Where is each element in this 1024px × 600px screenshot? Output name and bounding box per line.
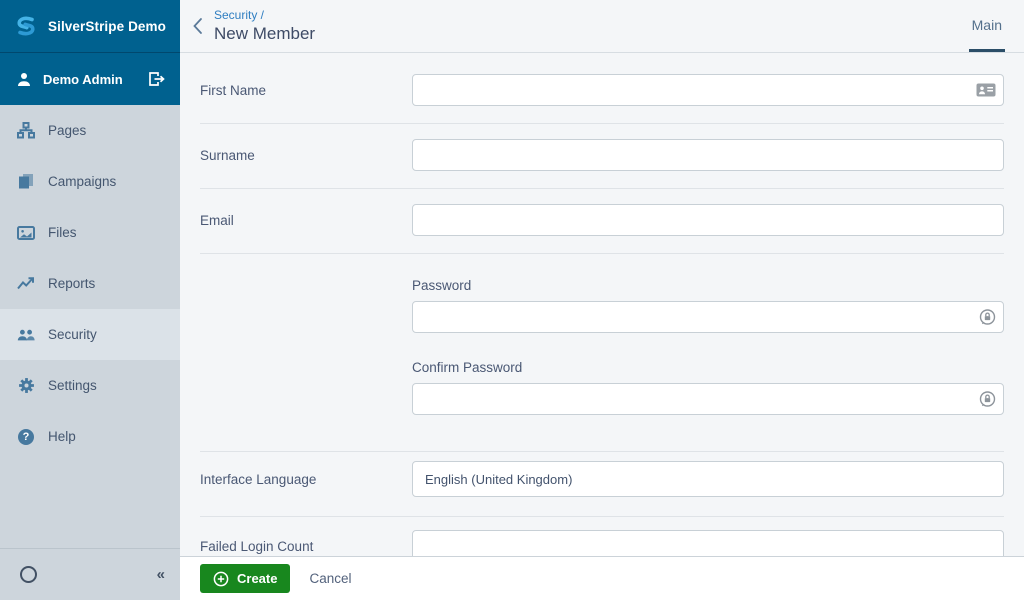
- image-icon: [17, 224, 35, 241]
- sidebar-item-settings[interactable]: Settings: [0, 360, 180, 411]
- surname-label: Surname: [200, 147, 255, 163]
- sidebar-item-label: Pages: [48, 123, 87, 138]
- sitemap-icon: [17, 122, 35, 139]
- breadcrumb: Security / New Member: [214, 8, 315, 44]
- page-title: New Member: [214, 23, 316, 43]
- confirm-password-label: Confirm Password: [412, 360, 523, 375]
- sidebar-item-pages[interactable]: Pages: [0, 105, 180, 156]
- sidebar-item-label: Campaigns: [48, 174, 117, 189]
- user-icon: [17, 72, 31, 87]
- profile-row[interactable]: Demo Admin: [0, 53, 180, 105]
- member-form: First Name Surname Email Password Confir…: [180, 53, 1024, 556]
- password-label: Password: [412, 278, 472, 293]
- sidebar-item-label: Settings: [48, 378, 97, 393]
- sidebar-item-label: Help: [48, 429, 76, 444]
- interface-language-label: Interface Language: [200, 471, 317, 487]
- silverstripe-logo-icon: [13, 15, 39, 37]
- tab-bar: Main: [968, 0, 1005, 52]
- sidebar-footer: «: [0, 548, 180, 600]
- field-confirm-password: Confirm Password: [412, 360, 1004, 415]
- content-header: Security / New Member Main: [180, 0, 1024, 53]
- sidebar-item-label: Files: [48, 225, 77, 240]
- back-button[interactable]: [180, 17, 214, 35]
- cancel-link[interactable]: Cancel: [309, 571, 351, 586]
- tab-main[interactable]: Main: [968, 0, 1005, 52]
- password-autofill-lock-icon[interactable]: [979, 309, 996, 326]
- field-row-surname: Surname: [200, 124, 1004, 189]
- sync-status-icon[interactable]: [20, 566, 37, 583]
- create-button-label: Create: [237, 571, 278, 586]
- password-field[interactable]: [412, 301, 1004, 333]
- interface-language-select[interactable]: [412, 461, 1004, 497]
- sidebar-item-help[interactable]: ? Help: [0, 411, 180, 462]
- gear-icon: [17, 377, 35, 394]
- main-content: Security / New Member Main First Name Su…: [180, 0, 1024, 600]
- people-icon: [17, 326, 35, 343]
- main-navigation: Pages Campaigns Files Reports Security S…: [0, 105, 180, 548]
- chart-line-icon: [17, 275, 35, 292]
- password-group: Password Confirm Password: [200, 254, 1004, 452]
- sidebar: SilverStripe Demo Demo Admin Pages Campa…: [0, 0, 180, 600]
- sidebar-item-campaigns[interactable]: Campaigns: [0, 156, 180, 207]
- confirm-password-field[interactable]: [412, 383, 1004, 415]
- help-icon: ?: [17, 428, 35, 445]
- field-password: Password: [412, 278, 1004, 333]
- action-toolbar: Create Cancel: [180, 556, 1024, 600]
- password-autofill-lock-icon[interactable]: [979, 391, 996, 408]
- field-row-failed-login-count: Failed Login Count: [200, 517, 1004, 556]
- first-name-label: First Name: [200, 82, 267, 98]
- email-label: Email: [200, 212, 234, 228]
- collapse-sidebar-button[interactable]: «: [157, 566, 165, 583]
- user-name: Demo Admin: [43, 71, 123, 87]
- field-row-first-name: First Name: [200, 59, 1004, 124]
- stack-icon: [17, 173, 35, 190]
- sidebar-item-label: Reports: [48, 276, 96, 291]
- logout-icon[interactable]: [148, 71, 165, 87]
- brand-title: SilverStripe Demo: [48, 18, 166, 34]
- plus-circle-icon: [213, 571, 229, 587]
- failed-login-count-label: Failed Login Count: [200, 538, 314, 554]
- autofill-contact-icon[interactable]: [976, 83, 996, 97]
- breadcrumb-parent-link[interactable]: Security /: [214, 8, 315, 23]
- failed-login-count-field[interactable]: [412, 530, 1004, 556]
- surname-field[interactable]: [412, 139, 1004, 171]
- create-button[interactable]: Create: [200, 564, 291, 593]
- field-row-email: Email: [200, 189, 1004, 254]
- email-field[interactable]: [412, 204, 1004, 236]
- brand-header[interactable]: SilverStripe Demo: [0, 0, 180, 53]
- sidebar-item-security[interactable]: Security: [0, 309, 180, 360]
- sidebar-item-label: Security: [48, 327, 97, 342]
- first-name-field[interactable]: [412, 74, 1004, 106]
- sidebar-item-reports[interactable]: Reports: [0, 258, 180, 309]
- silverstripe-admin-window: SilverStripe Demo Demo Admin Pages Campa…: [0, 0, 1024, 600]
- sidebar-item-files[interactable]: Files: [0, 207, 180, 258]
- field-row-interface-language: Interface Language: [200, 452, 1004, 517]
